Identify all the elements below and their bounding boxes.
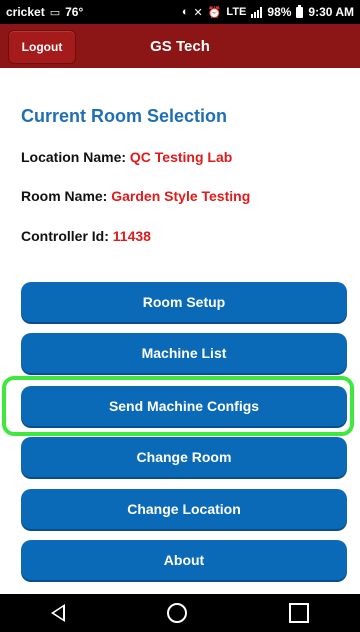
alarm-icon: ⏰ (207, 6, 222, 19)
network-type-label: LTE (226, 6, 247, 18)
location-value: QC Testing Lab (129, 149, 233, 165)
image-notification-icon: ▭ (49, 6, 61, 19)
system-nav-bar (0, 594, 360, 632)
recent-apps-icon[interactable] (289, 603, 309, 623)
data-saver-icon: ◐ (181, 6, 189, 18)
status-bar: cricket ▭ 76° ◐ ✕ ⏰ LTE 98% 9:30 AM (0, 0, 360, 24)
room-value: Garden Style Testing (111, 188, 251, 204)
temperature-label: 76° (65, 5, 84, 19)
battery-icon (296, 4, 304, 18)
location-row: Location Name: QC Testing Lab (21, 149, 232, 165)
room-row: Room Name: Garden Style Testing (21, 188, 250, 204)
carrier-label: cricket (6, 5, 45, 19)
room-label: Room Name: (21, 188, 108, 204)
back-icon[interactable] (51, 604, 65, 622)
room-setup-button[interactable]: Room Setup (21, 282, 347, 322)
home-icon[interactable] (167, 603, 187, 623)
page-title: GS Tech (150, 37, 210, 55)
change-location-button[interactable]: Change Location (21, 489, 347, 529)
controller-row: Controller Id: 11438 (21, 228, 151, 244)
location-label: Location Name: (21, 149, 127, 165)
clock: 9:30 AM (308, 5, 354, 19)
controller-label: Controller Id: (21, 228, 109, 244)
change-room-button[interactable]: Change Room (21, 437, 347, 477)
app-header: Logout GS Tech (0, 24, 360, 68)
machine-list-button[interactable]: Machine List (21, 333, 347, 373)
battery-percent: 98% (267, 5, 292, 19)
section-title: Current Room Selection (21, 106, 228, 126)
controller-value: 11438 (112, 228, 151, 244)
signal-icon (251, 6, 263, 18)
send-machine-configs-button[interactable]: Send Machine Configs (21, 386, 347, 426)
about-button[interactable]: About (21, 540, 347, 580)
mute-icon: ✕ (193, 6, 203, 19)
logout-button[interactable]: Logout (8, 30, 76, 64)
